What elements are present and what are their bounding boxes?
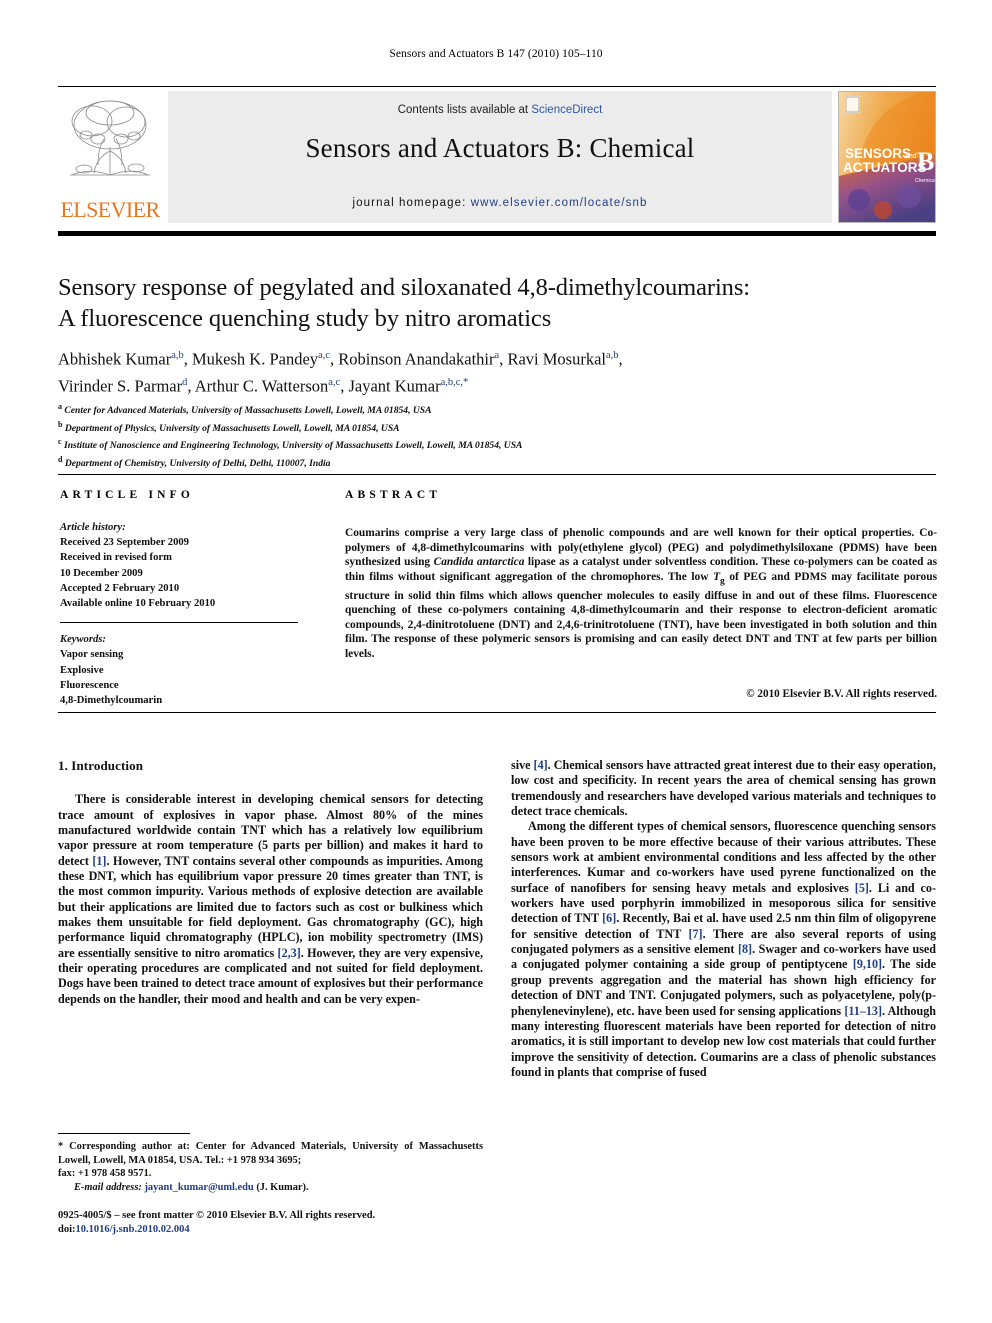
footnote-divider (58, 1133, 190, 1134)
article-info-heading: ARTICLE INFO (60, 489, 195, 501)
abstract-text: Coumarins comprise a very large class of… (345, 527, 937, 661)
body-paragraph: There is considerable interest in develo… (58, 792, 483, 1006)
running-head: Sensors and Actuators B 147 (2010) 105–1… (389, 48, 603, 60)
doi-link[interactable]: 10.1016/j.snb.2010.02.004 (76, 1224, 190, 1235)
issn-line: 0925-4005/$ – see front matter © 2010 El… (58, 1210, 376, 1221)
elsevier-wordmark: ELSEVIER (60, 197, 160, 222)
abstract-copyright: © 2010 Elsevier B.V. All rights reserved… (746, 688, 937, 700)
author-line-2: Virinder S. Parmard, Arthur C. Watterson… (58, 376, 469, 395)
page-title: Sensory response of pegylated and siloxa… (58, 272, 918, 334)
cover-artwork: SENSORS and ACTUATORS B Chemical (839, 92, 935, 222)
email-address-label: E-mail address: (74, 1181, 142, 1193)
body-paragraph: sive [4]. Chemical sensors have attracte… (511, 758, 936, 819)
body-column-left: 1. Introduction There is considerable in… (58, 758, 483, 1007)
elsevier-logo: ELSEVIER (58, 91, 162, 223)
body-column-right: sive [4]. Chemical sensors have attracte… (511, 758, 936, 1080)
svg-text:and: and (905, 153, 917, 160)
svg-text:B: B (917, 147, 934, 176)
journal-article-page: Sensors and Actuators B 147 (2010) 105–1… (0, 0, 992, 1323)
info-bottom-rule (58, 712, 936, 713)
journal-banner: Contents lists available at ScienceDirec… (168, 91, 832, 223)
journal-homepage-line: journal homepage: www.elsevier.com/locat… (168, 197, 832, 209)
corresponding-email-link[interactable]: jayant_kumar@uml.edu (144, 1182, 253, 1193)
fax-note: fax: +1 978 458 9571. (58, 1168, 152, 1180)
journal-title: Sensors and Actuators B: Chemical (305, 133, 695, 163)
keywords-label: Keywords: (60, 634, 106, 646)
svg-text:ACTUATORS: ACTUATORS (843, 160, 927, 175)
sciencedirect-link[interactable]: ScienceDirect (531, 104, 602, 116)
info-divider (60, 622, 298, 624)
body-paragraph: Among the different types of chemical se… (511, 819, 936, 1079)
doi-line: doi:10.1016/j.snb.2010.02.004 (58, 1223, 488, 1237)
affiliation-list: a Center for Advanced Materials, Univers… (58, 400, 928, 470)
keyword-item: Fluorescence (60, 679, 119, 691)
homepage-prefix: journal homepage: (352, 197, 471, 209)
author-list: Abhishek Kumara,b, Mukesh K. Pandeya,c, … (58, 344, 928, 397)
abstract-heading: ABSTRACT (345, 489, 442, 501)
article-history-item: 10 December 2009 (60, 567, 143, 579)
email-note: E-mail address: jayant_kumar@uml.edu (J.… (58, 1181, 483, 1195)
svg-text:SENSORS: SENSORS (845, 146, 911, 161)
keyword-item: Explosive (60, 664, 104, 676)
article-history-item: Accepted 2 February 2010 (60, 582, 180, 594)
issn-doi-footer: 0925-4005/$ – see front matter © 2010 El… (58, 1209, 488, 1237)
svg-text:Chemical: Chemical (915, 178, 935, 184)
affiliation-item: b Department of Physics, University of M… (58, 419, 400, 434)
article-history-block: Article history: Received 23 September 2… (60, 520, 298, 611)
article-history-item: Received in revised form (60, 552, 172, 564)
keywords-block: Keywords: Vapor sensing Explosive Fluore… (60, 632, 298, 708)
corresponding-author-note: * Corresponding author at: Center for Ad… (58, 1141, 483, 1166)
doi-prefix: doi: (58, 1224, 76, 1235)
affiliation-item: d Department of Chemistry, University of… (58, 454, 331, 469)
title-line-2: A fluorescence quenching study by nitro … (58, 305, 552, 332)
article-history-item: Available online 10 February 2010 (60, 598, 216, 610)
author-line-1: Abhishek Kumara,b, Mukesh K. Pandeya,c, … (58, 349, 623, 369)
section-heading-introduction: 1. Introduction (58, 758, 144, 773)
keyword-item: Vapor sensing (60, 649, 124, 661)
masthead-bottom-rule (58, 231, 936, 236)
journal-cover-thumbnail[interactable]: SENSORS and ACTUATORS B Chemical (838, 91, 936, 223)
contents-available-line: Contents lists available at ScienceDirec… (168, 104, 832, 116)
affiliation-item: c Institute of Nanoscience and Engineeri… (58, 437, 523, 452)
journal-homepage-link[interactable]: www.elsevier.com/locate/snb (471, 197, 648, 209)
title-line-1: Sensory response of pegylated and siloxa… (58, 274, 750, 301)
keyword-item: 4,8-Dimethylcoumarin (60, 695, 163, 707)
email-attribution: (J. Kumar). (256, 1181, 309, 1193)
article-history-item: Received 23 September 2009 (60, 537, 189, 549)
article-history-label: Article history: (60, 522, 126, 533)
affiliation-item: a Center for Advanced Materials, Univers… (58, 402, 432, 417)
contents-prefix: Contents lists available at (397, 104, 532, 116)
article-info-column: Article history: Received 23 September 2… (60, 520, 298, 708)
info-top-rule (58, 474, 936, 475)
elsevier-tree-icon (70, 100, 150, 176)
journal-masthead: ELSEVIER Contents lists available at Sci… (58, 86, 936, 227)
footnote-block: * Corresponding author at: Center for Ad… (58, 1140, 483, 1194)
